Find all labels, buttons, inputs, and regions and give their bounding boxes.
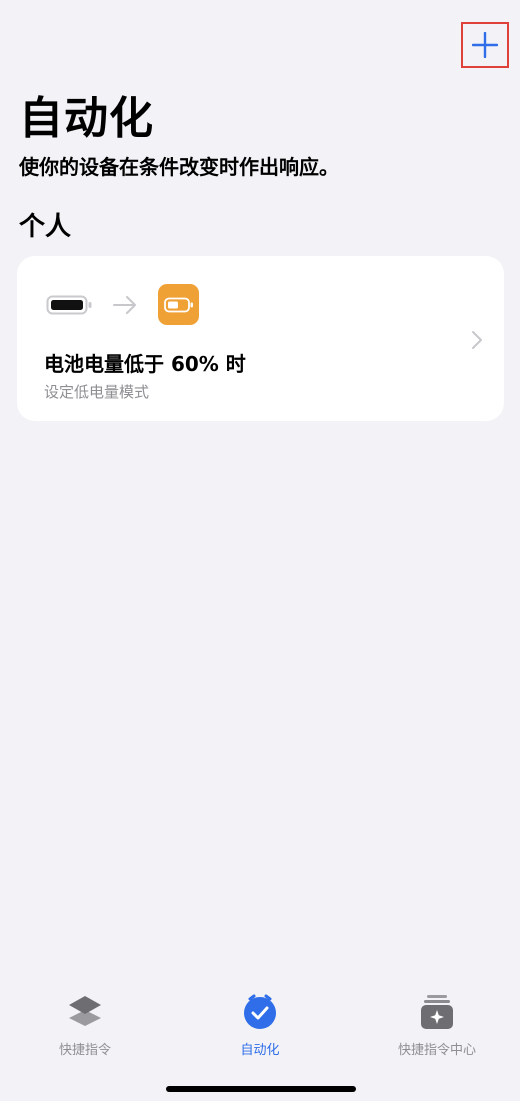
tab-gallery-label: 快捷指令中心 [397, 1043, 476, 1058]
tab-automation[interactable]: 自动化 [175, 985, 345, 1063]
tab-automation-label: 自动化 [240, 1043, 280, 1058]
chevron-right-icon [472, 331, 482, 349]
add-automation-button[interactable] [461, 22, 509, 68]
clock-check-icon [244, 994, 276, 1029]
page-title: 自动化 [19, 93, 154, 144]
automation-subtitle: 设定低电量模式 [44, 383, 150, 401]
tab-shortcuts[interactable]: 快捷指令 [0, 985, 170, 1063]
tab-gallery[interactable]: 快捷指令中心 [352, 985, 520, 1063]
home-indicator [166, 1086, 356, 1092]
battery-low-icon [163, 297, 193, 312]
battery-icon [46, 295, 92, 315]
plus-icon [472, 32, 498, 58]
arrow-right-icon [113, 296, 136, 314]
tab-bar: 快捷指令 自动化 快捷指令中心 [0, 985, 520, 1065]
section-title-personal: 个人 [19, 212, 72, 242]
page-subtitle: 使你的设备在条件改变时作出响应。 [19, 155, 339, 179]
layers-icon [69, 996, 101, 1026]
tab-shortcuts-label: 快捷指令 [58, 1043, 111, 1058]
low-power-action-tile [158, 284, 199, 325]
automation-card[interactable]: 电池电量低于 60% 时 设定低电量模式 [17, 256, 504, 421]
automation-title: 电池电量低于 60% 时 [44, 352, 246, 376]
gallery-icon [421, 995, 453, 1029]
